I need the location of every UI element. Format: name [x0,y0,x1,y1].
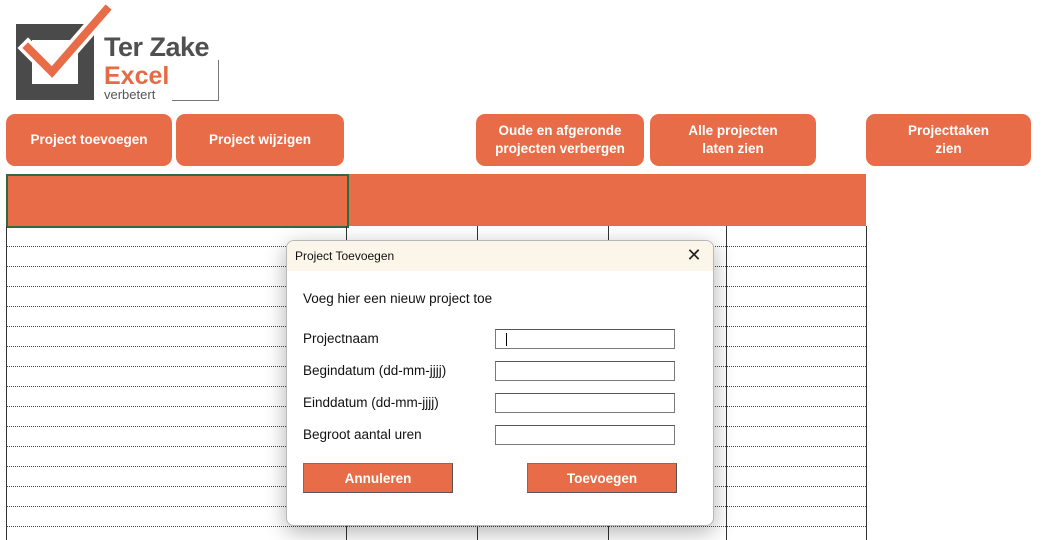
show-all-projects-button[interactable]: Alle projecten laten zien [650,114,816,166]
project-tasks-label-line2: zien [935,141,962,156]
projectnaam-label: Projectnaam [303,331,379,346]
logo-text-verbetert: verbetert [104,87,156,102]
einddatum-label: Einddatum (dd-mm-jjjj) [303,395,439,410]
add-label: Toevoegen [566,470,638,486]
projectnaam-input[interactable] [495,329,675,349]
show-all-label-line1: Alle projecten [688,123,778,138]
edit-project-button[interactable]: Project wijzigen [176,114,344,166]
text-caret [506,333,507,346]
add-project-dialog: Project Toevoegen ✕ Voeg hier een nieuw … [286,240,714,526]
table-row[interactable] [6,526,866,527]
edit-project-label: Project wijzigen [208,132,312,147]
checkmark-icon [17,4,114,83]
einddatum-input[interactable] [495,393,675,413]
project-tasks-button[interactable]: Projecttaken zien [866,114,1031,166]
selected-cell[interactable] [6,174,349,228]
hide-old-label-line1: Oude en afgeronde [498,123,622,138]
cancel-button[interactable]: Annuleren [303,463,453,493]
cancel-label: Annuleren [344,470,412,486]
logo-text-excel: Excel [104,62,170,90]
column-divider [6,226,7,540]
begindatum-input[interactable] [495,361,675,381]
begroot-uren-label: Begroot aantal uren [303,427,422,442]
begindatum-label: Begindatum (dd-mm-jjjj) [303,363,447,378]
add-project-label: Project toevoegen [30,132,148,147]
logo-text-ter-zake: Ter Zake [104,32,210,62]
hide-old-label-line2: projecten verbergen [495,141,625,156]
dialog-title: Project Toevoegen [295,249,395,263]
close-icon[interactable]: ✕ [683,245,705,266]
add-button[interactable]: Toevoegen [527,463,677,493]
logo: Ter Zake Excel verbetert [14,4,224,104]
add-project-button[interactable]: Project toevoegen [6,114,172,166]
column-divider [866,226,867,540]
dialog-titlebar[interactable]: Project Toevoegen ✕ [287,241,713,271]
column-divider [726,226,727,540]
dialog-intro: Voeg hier een nieuw project toe [303,291,493,306]
hide-old-projects-button[interactable]: Oude en afgeronde projecten verbergen [476,114,644,166]
logo-bracket [172,60,219,101]
begroot-uren-input[interactable] [495,425,675,445]
project-tasks-label-line1: Projecttaken [907,123,990,138]
show-all-label-line2: laten zien [702,141,764,156]
